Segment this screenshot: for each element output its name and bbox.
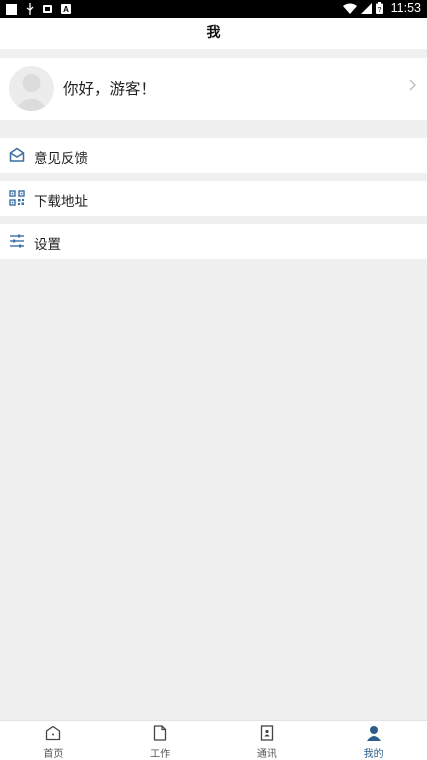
tab-mine[interactable]: 我的 (320, 721, 427, 760)
tab-label: 工作 (150, 749, 171, 760)
usb-icon (26, 3, 34, 15)
tab-label: 通讯 (256, 749, 277, 760)
home-icon (46, 725, 61, 741)
status-bar: A ? 11:53 (0, 0, 427, 18)
menu-item-download[interactable]: 下载地址 (0, 181, 427, 216)
tab-label: 首页 (43, 749, 64, 760)
square-notification-icon (6, 3, 17, 15)
menu-item-feedback[interactable]: 意见反馈 (0, 138, 427, 173)
a-notification-icon: A (61, 4, 71, 14)
greeting-text: 你好，游客！ (63, 80, 157, 98)
envelope-icon (9, 147, 25, 162)
wifi-icon (342, 3, 357, 14)
status-time: 11:53 (390, 1, 421, 15)
svg-text:A: A (63, 5, 69, 14)
svg-text:?: ? (377, 7, 381, 14)
contacts-icon (260, 725, 274, 741)
qr-code-icon (9, 190, 25, 206)
avatar-placeholder-icon (14, 74, 49, 111)
document-icon (153, 725, 167, 741)
tab-home[interactable]: 首页 (0, 721, 107, 760)
menu-item-label: 下载地址 (34, 194, 88, 210)
person-icon (366, 726, 381, 741)
bottom-tab-bar: 首页 工作 通讯 我的 (0, 720, 427, 760)
tab-work[interactable]: 工作 (107, 721, 214, 760)
sliders-icon (10, 234, 24, 248)
menu-item-settings[interactable]: 设置 (0, 224, 427, 259)
sim-icon (43, 5, 52, 13)
menu-item-label: 意见反馈 (34, 151, 88, 167)
page-title: 我 (0, 18, 427, 49)
menu-item-label: 设置 (34, 237, 61, 253)
tab-label: 我的 (363, 749, 384, 760)
signal-icon (360, 2, 372, 14)
battery-icon: ? (375, 2, 383, 14)
tab-contacts[interactable]: 通讯 (214, 721, 321, 760)
avatar[interactable] (9, 66, 54, 111)
profile-card[interactable]: 你好，游客！ (0, 58, 427, 120)
chevron-right-icon (409, 79, 416, 91)
